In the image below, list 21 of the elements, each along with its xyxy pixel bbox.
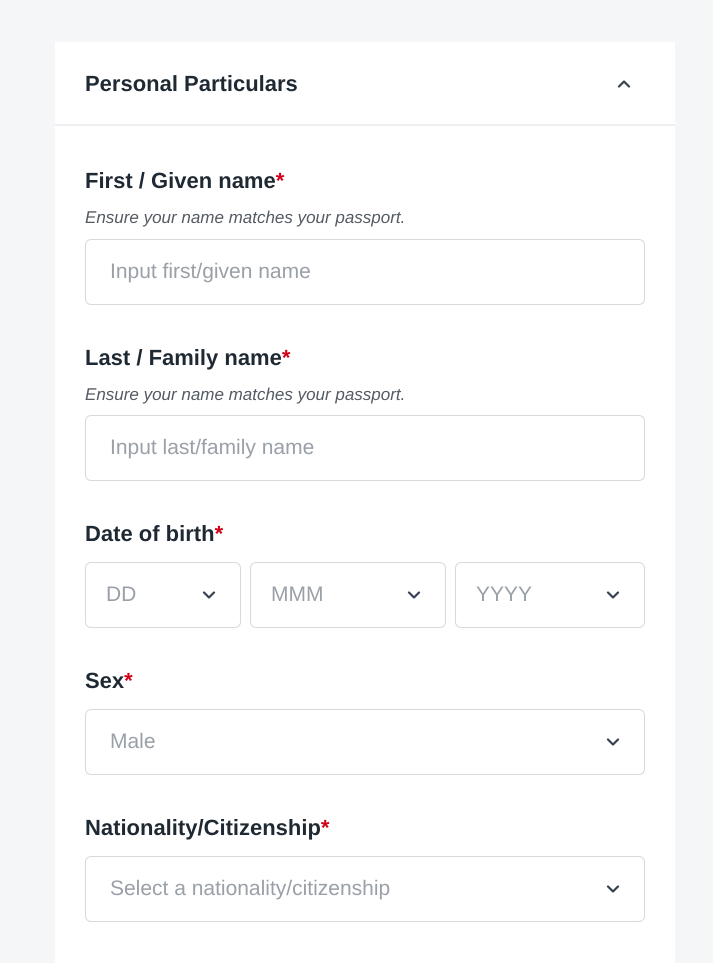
- section-header[interactable]: Personal Particulars: [55, 42, 675, 126]
- chevron-down-icon: [202, 590, 216, 600]
- field-label: Last / Family name*: [85, 344, 292, 372]
- chevron-down-icon: [606, 738, 620, 746]
- field-label: Nationality/Citizenship*: [85, 814, 330, 842]
- chevron-down-icon: [606, 590, 620, 600]
- chevron-down-icon: [407, 590, 421, 600]
- field-label: Sex*: [85, 667, 134, 695]
- hint-text: Ensure your name matches your passport.: [85, 384, 406, 406]
- date-select[interactable]: DD: [85, 562, 241, 628]
- text-field[interactable]: Input last/family name: [85, 415, 645, 481]
- chevron-down-icon: [606, 884, 620, 894]
- field-label: First / Given name*: [85, 167, 286, 195]
- hint-text: Ensure your name matches your passport.: [85, 207, 406, 229]
- chevron-up-icon: [617, 78, 631, 88]
- select-field[interactable]: Select a nationality/citizenship: [85, 856, 645, 922]
- date-select[interactable]: YYYY: [455, 562, 645, 628]
- select-field[interactable]: Male: [85, 709, 645, 775]
- date-select[interactable]: MMM: [250, 562, 446, 628]
- field-label: Date of birth*: [85, 520, 224, 548]
- text-field[interactable]: Input first/given name: [85, 238, 645, 304]
